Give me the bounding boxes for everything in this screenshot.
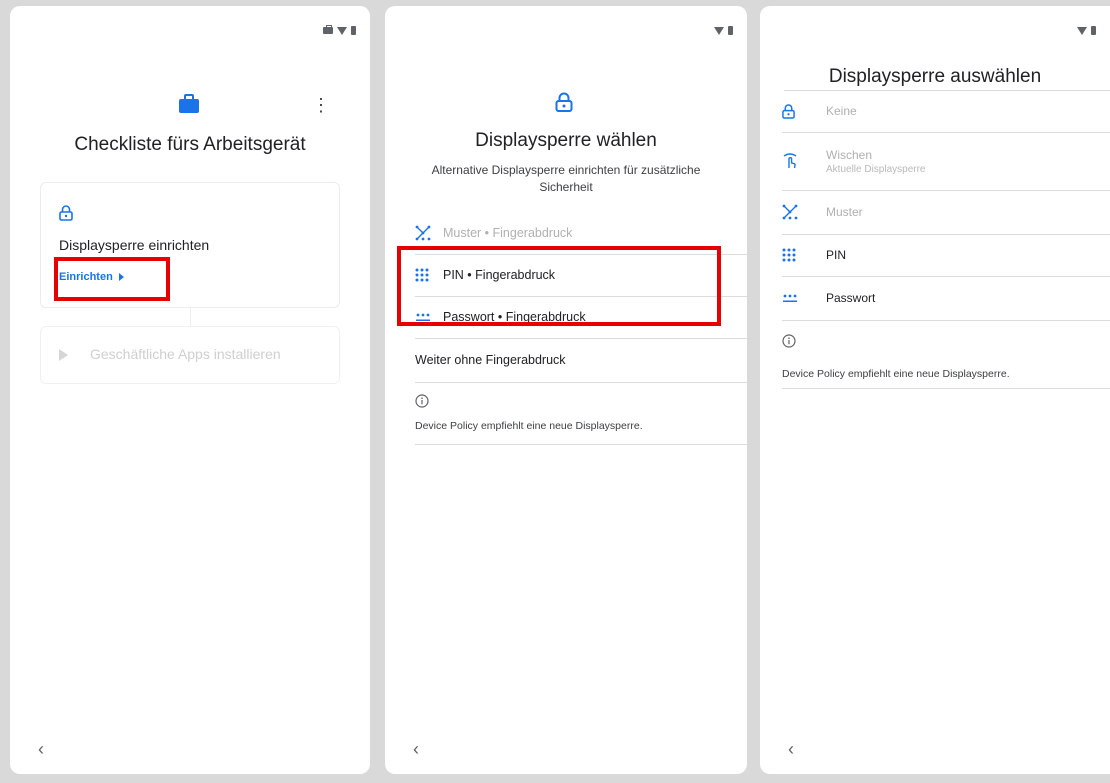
select-screen-lock-screen: Displaysperre auswählen Keine Wischen Ak… <box>760 6 1110 774</box>
option-label: Muster • Fingerabdruck <box>443 226 573 240</box>
policy-note: Device Policy empfiehlt eine neue Displa… <box>782 368 1010 380</box>
pattern-icon <box>782 204 826 220</box>
pin-icon <box>782 248 826 262</box>
back-button[interactable]: ‹ <box>788 739 794 760</box>
work-checklist-screen: ⋮ Checkliste fürs Arbeitsgerät Displaysp… <box>10 6 370 774</box>
swipe-icon <box>782 152 826 170</box>
option-label: Muster <box>826 205 863 219</box>
highlight-box <box>54 257 170 301</box>
policy-note-row: Device Policy empfiehlt eine neue Displa… <box>415 420 747 445</box>
status-bar <box>714 26 733 35</box>
page-title: Displaysperre wählen <box>475 130 657 151</box>
continue-without-fingerprint-label: Weiter ohne Fingerabdruck <box>415 353 566 367</box>
more-options-icon[interactable]: ⋮ <box>312 96 330 114</box>
info-row <box>415 390 747 412</box>
install-apps-card-title: Geschäftliche Apps installieren <box>90 346 281 362</box>
option-label: Keine <box>826 104 857 118</box>
screen-lock-card-title: Displaysperre einrichten <box>59 237 210 253</box>
page-title: Checkliste fürs Arbeitsgerät <box>74 134 306 155</box>
option-label: Wischen <box>826 147 873 162</box>
wifi-icon <box>714 26 724 35</box>
option-none[interactable]: Keine <box>782 90 1110 133</box>
battery-icon <box>728 26 733 35</box>
card-connector <box>190 306 191 326</box>
page-subtitle: Alternative Displaysperre einrichten für… <box>431 163 701 194</box>
lock-icon <box>59 205 73 221</box>
work-profile-status-icon <box>323 25 333 34</box>
option-label: Passwort <box>826 291 876 305</box>
briefcase-icon <box>178 94 200 114</box>
option-password[interactable]: Passwort <box>782 276 1110 321</box>
lock-icon <box>782 103 826 119</box>
back-button[interactable]: ‹ <box>413 739 419 760</box>
password-icon <box>782 293 826 303</box>
wifi-icon <box>1077 26 1087 35</box>
back-button[interactable]: ‹ <box>38 739 44 760</box>
status-bar <box>323 25 356 35</box>
info-icon <box>415 394 443 408</box>
battery-icon <box>351 26 356 35</box>
policy-note: Device Policy empfiehlt eine neue Displa… <box>415 420 643 432</box>
policy-note-row: Device Policy empfiehlt eine neue Displa… <box>782 368 1110 389</box>
choose-screen-lock-screen: Displaysperre wählen Alternative Display… <box>385 6 747 774</box>
battery-icon <box>1091 26 1096 35</box>
highlight-box <box>397 246 721 326</box>
status-bar <box>1077 26 1096 35</box>
info-row <box>782 330 1110 352</box>
info-icon <box>782 334 826 348</box>
pattern-icon <box>415 225 443 241</box>
option-pattern[interactable]: Muster <box>782 190 1110 235</box>
page-title: Displaysperre auswählen <box>828 66 1042 87</box>
wifi-icon <box>337 26 347 35</box>
lock-icon <box>555 92 573 112</box>
play-store-icon <box>59 349 68 361</box>
continue-without-fingerprint[interactable]: Weiter ohne Fingerabdruck <box>415 338 747 383</box>
install-apps-card: Geschäftliche Apps installieren <box>40 326 340 384</box>
option-pin[interactable]: PIN <box>782 234 1110 277</box>
option-swipe[interactable]: Wischen Aktuelle Displaysperre <box>782 132 1110 191</box>
option-label: PIN <box>826 248 847 262</box>
option-sublabel: Aktuelle Displaysperre <box>826 163 926 175</box>
